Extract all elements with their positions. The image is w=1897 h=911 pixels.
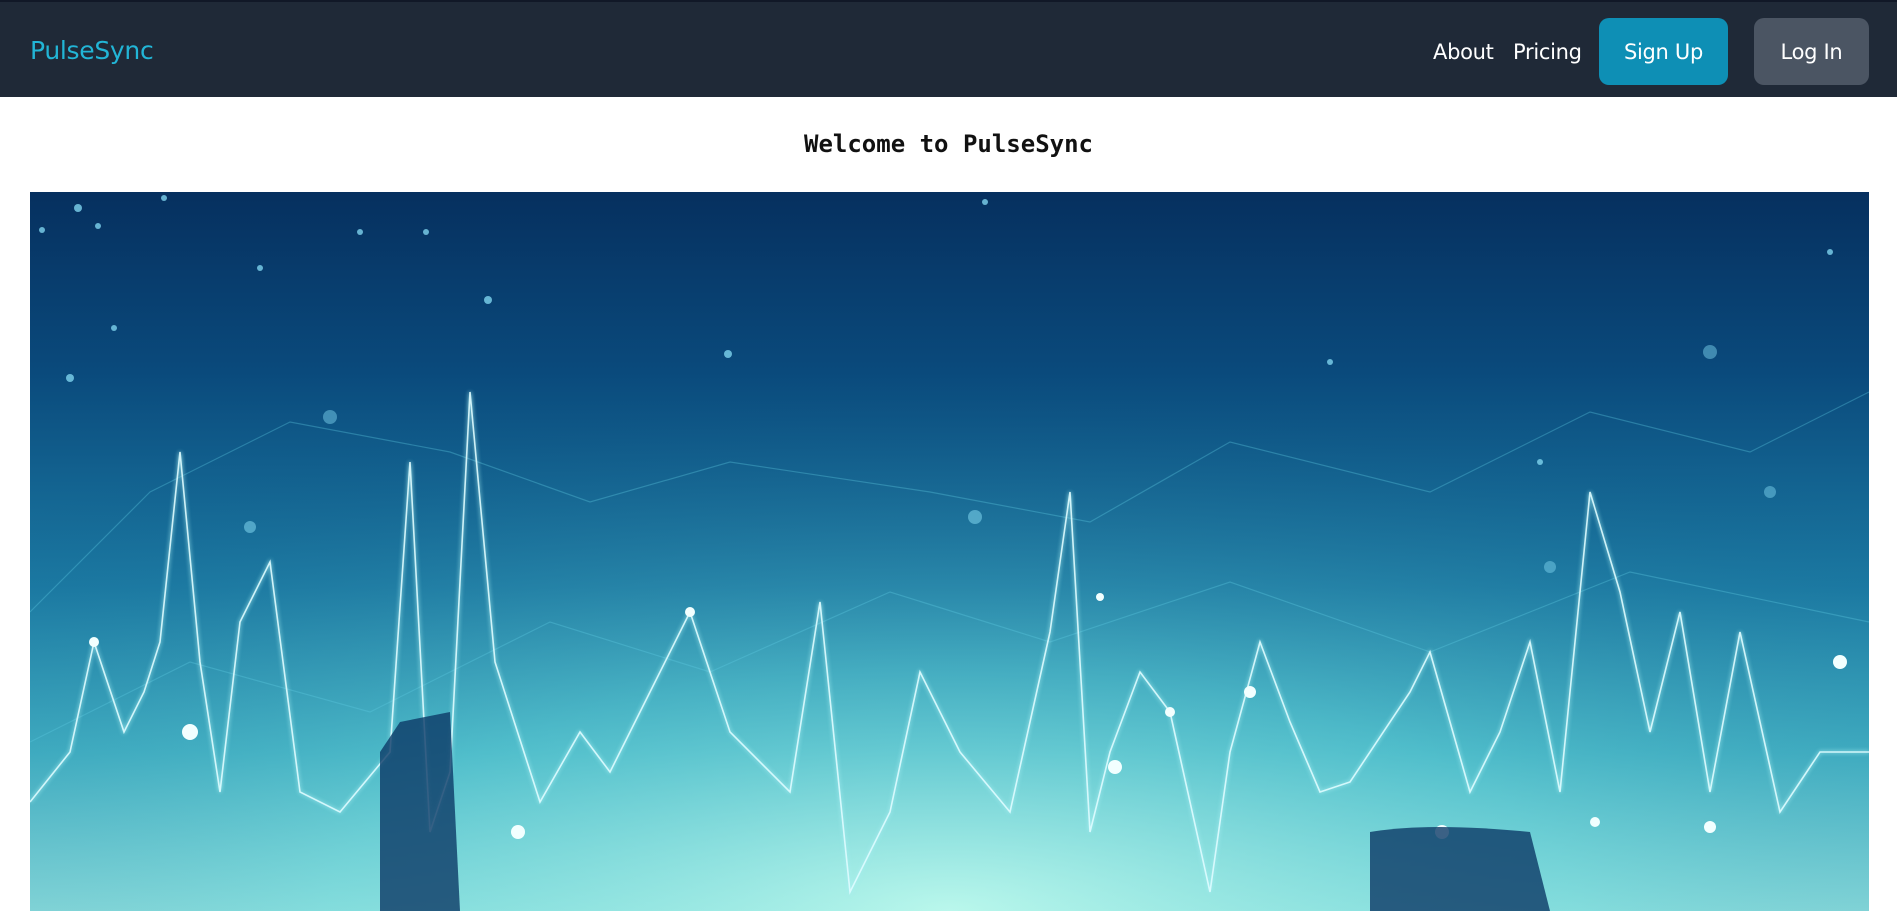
welcome-heading: Welcome to PulseSync <box>804 130 1093 158</box>
nav-pricing-link[interactable]: Pricing <box>1513 40 1582 64</box>
log-in-button[interactable]: Log In <box>1754 18 1869 85</box>
pulse-wave-image <box>30 192 1869 911</box>
sign-up-button[interactable]: Sign Up <box>1599 18 1728 85</box>
hero-image <box>30 192 1869 911</box>
top-navbar: PulseSync About Pricing Sign Up Log In <box>0 0 1897 97</box>
nav-about-link[interactable]: About <box>1433 40 1494 64</box>
brand-logo-link[interactable]: PulseSync <box>30 36 154 65</box>
